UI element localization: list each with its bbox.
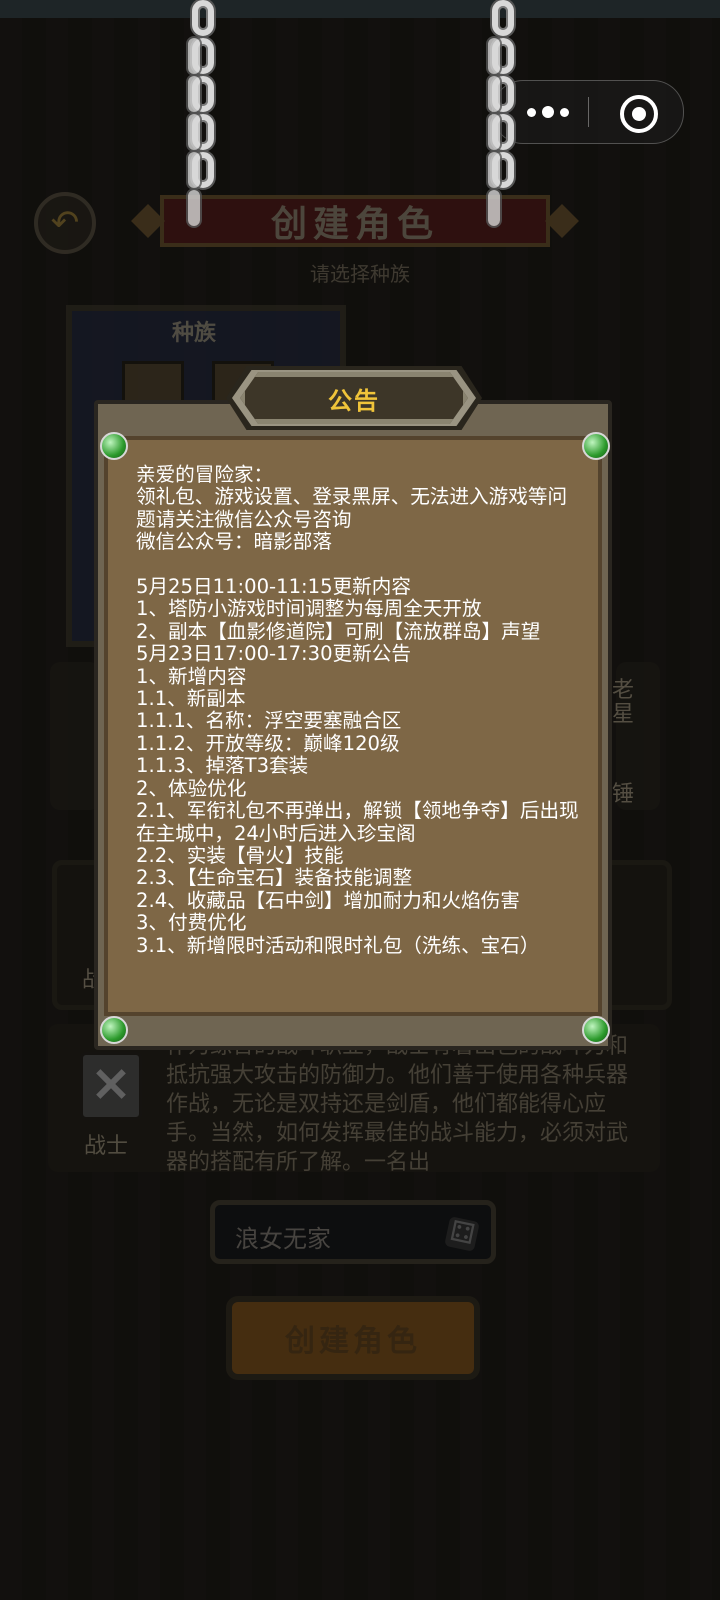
notice-title: 公告	[328, 386, 380, 415]
more-dots-icon[interactable]	[513, 81, 583, 143]
notice-title-plaque: 公告	[240, 372, 468, 424]
mini-program-capsule	[492, 80, 684, 144]
chain-left	[188, 0, 218, 400]
gem-icon	[582, 1016, 610, 1044]
chain-right	[488, 0, 518, 400]
notice-body: 亲爱的冒险家： 领礼包、游戏设置、登录黑屏、无法进入游戏等问题请关注微信公众号咨…	[136, 463, 579, 957]
gem-icon	[100, 1016, 128, 1044]
notice-paper[interactable]: 亲爱的冒险家： 领礼包、游戏设置、登录黑屏、无法进入游戏等问题请关注微信公众号咨…	[104, 436, 602, 1016]
target-close-icon[interactable]	[620, 95, 658, 133]
capsule-divider	[588, 97, 589, 127]
gem-icon	[582, 432, 610, 460]
gem-icon	[100, 432, 128, 460]
